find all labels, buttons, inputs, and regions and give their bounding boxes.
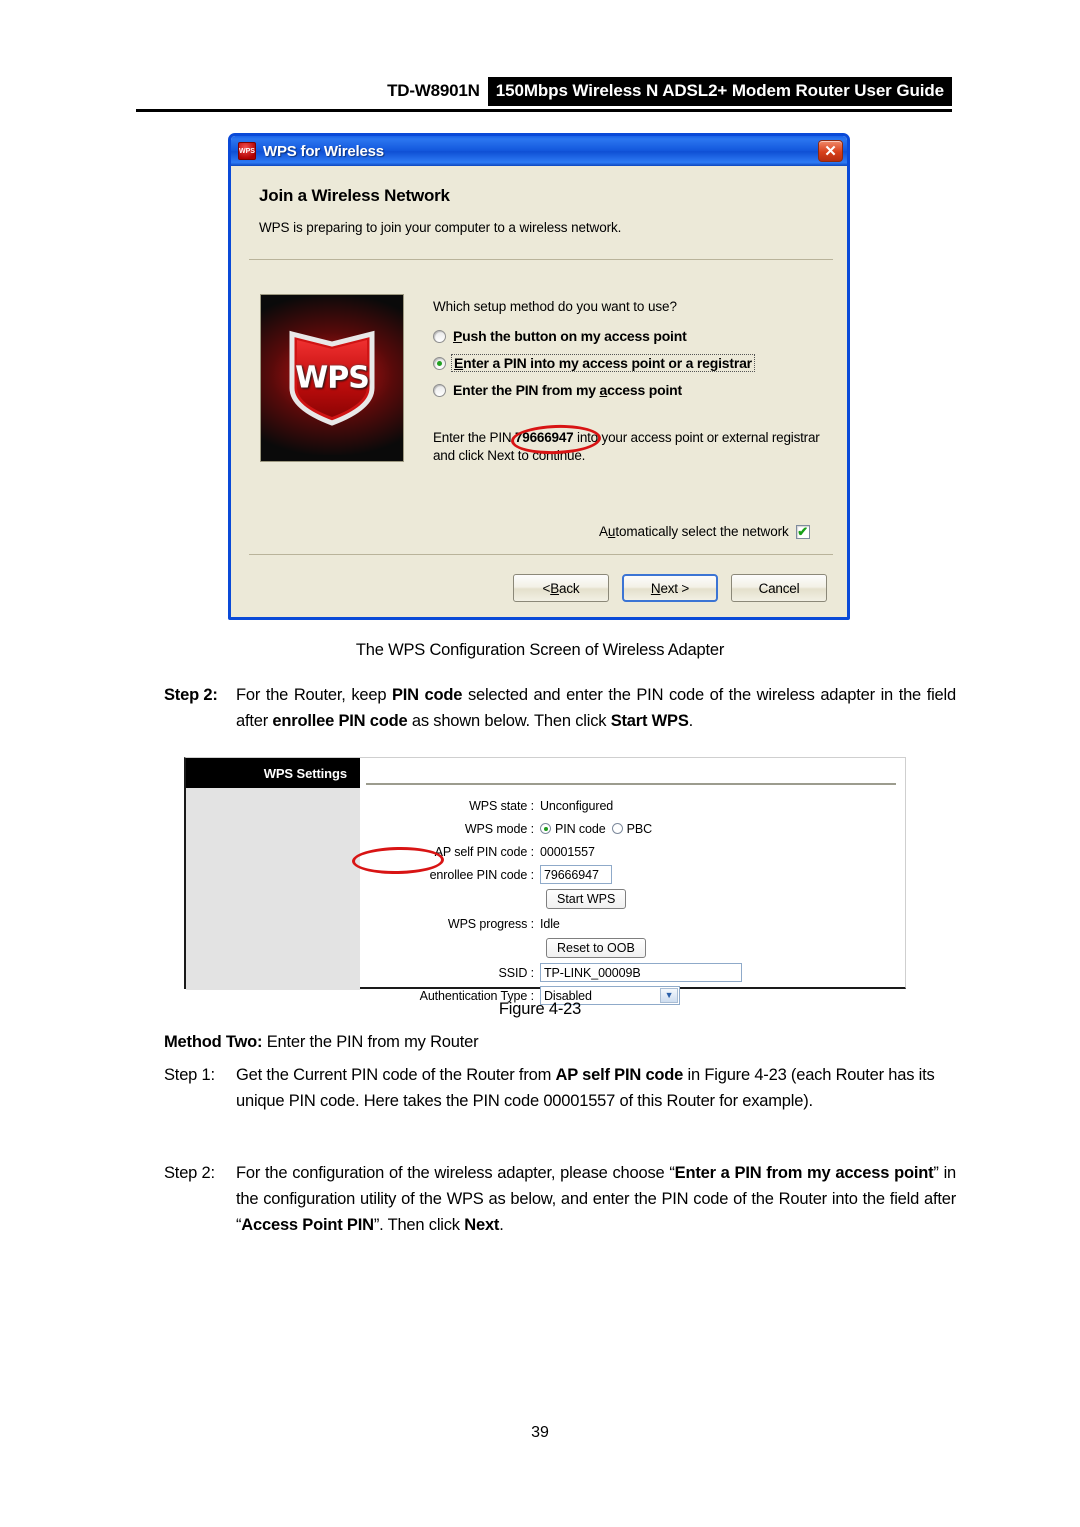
radio-indicator[interactable] bbox=[540, 823, 551, 834]
radio-option-enter-pin-into-ap[interactable]: Enter a PIN into my access point or a re… bbox=[433, 354, 755, 372]
start-wps-button[interactable]: Start WPS bbox=[546, 889, 627, 909]
label-enrollee-pin: enrollee PIN code : bbox=[429, 867, 535, 882]
value-wps-state: Unconfigured bbox=[540, 798, 614, 813]
radio-label-pin-code: PIN code bbox=[555, 821, 606, 836]
reset-to-oob-button[interactable]: Reset to OOB bbox=[546, 938, 646, 958]
row-wps-mode: WPS mode : PIN code PBC bbox=[360, 817, 908, 840]
wps-shield-icon: WPS bbox=[238, 142, 256, 160]
row-ap-self-pin: AP self PIN code : 00001557 bbox=[360, 840, 908, 863]
method-two-label: Method Two: bbox=[164, 1033, 263, 1051]
checkbox-auto-select[interactable]: ✔ bbox=[795, 524, 810, 539]
figure-sidebar bbox=[186, 758, 360, 990]
row-start-wps: Start WPS bbox=[360, 886, 908, 912]
step2-top-text: For the Router, keep PIN code selected a… bbox=[236, 686, 956, 731]
header-guide-title: 150Mbps Wireless N ADSL2+ Modem Router U… bbox=[487, 76, 952, 106]
auto-select-label: Automatically select the network bbox=[599, 524, 789, 539]
radio-option-enter-pin-from-ap[interactable]: Enter the PIN from my access point bbox=[433, 382, 682, 398]
header-rule bbox=[136, 109, 952, 112]
wps-logo-panel: WPS bbox=[260, 294, 404, 462]
step2-top-paragraph: Step 2: For the Router, keep PIN code se… bbox=[164, 682, 956, 734]
caption-figure-4-23: Figure 4-23 bbox=[498, 1000, 582, 1018]
close-icon[interactable]: ✕ bbox=[818, 140, 843, 162]
page-header: TD-W8901N 150Mbps Wireless N ADSL2+ Mode… bbox=[0, 76, 1080, 118]
ssid-input[interactable]: TP-LINK_00009B bbox=[540, 963, 742, 982]
step2-bottom-paragraph: Step 2: For the configuration of the wir… bbox=[164, 1160, 956, 1238]
next-button[interactable]: Next > bbox=[622, 574, 718, 602]
radio-indicator[interactable] bbox=[611, 823, 623, 834]
radio-label-enter-pin-into-ap: Enter a PIN into my access point or a re… bbox=[451, 354, 755, 372]
label-wps-progress: WPS progress : bbox=[447, 916, 534, 931]
row-wps-progress: WPS progress : Idle bbox=[360, 912, 908, 935]
radio-indicator[interactable] bbox=[433, 329, 446, 343]
step2-bottom-label: Step 2: bbox=[164, 1164, 215, 1182]
value-ap-self-pin: 00001557 bbox=[540, 844, 595, 859]
wps-logo-text: WPS bbox=[295, 360, 370, 396]
dialog-subtext: WPS is preparing to join your computer t… bbox=[259, 220, 622, 235]
dialog-button-bar: < Back Next > Cancel bbox=[231, 574, 847, 602]
figure-top-rule bbox=[366, 783, 896, 785]
dialog-heading: Join a Wireless Network bbox=[259, 186, 450, 205]
radio-label-pbc: PBC bbox=[626, 821, 653, 836]
label-ap-self-pin: AP self PIN code : bbox=[434, 844, 535, 859]
radio-option-pin-code[interactable]: PIN code bbox=[540, 822, 606, 836]
back-button[interactable]: < Back bbox=[513, 574, 609, 602]
method-two-text: Enter the PIN from my Router bbox=[262, 1033, 479, 1051]
radio-option-push-button[interactable]: Push the button on my access point bbox=[433, 328, 687, 344]
dialog-body: Join a Wireless Network WPS is preparing… bbox=[231, 166, 847, 617]
pin-code-value: 79666947 bbox=[515, 430, 574, 445]
step1-bottom-label: Step 1: bbox=[164, 1066, 215, 1084]
value-wps-mode: PIN code PBC bbox=[540, 822, 652, 836]
row-reset-to-oob: Reset to OOB bbox=[360, 935, 908, 961]
radio-indicator[interactable] bbox=[433, 356, 446, 370]
wps-wizard-dialog: WPS WPS for Wireless ✕ Join a Wireless N… bbox=[228, 133, 850, 620]
row-ssid: SSID : TP-LINK_00009B bbox=[360, 961, 908, 984]
radio-indicator[interactable] bbox=[433, 383, 446, 397]
step1-bottom-paragraph: Step 1: Get the Current PIN code of the … bbox=[164, 1062, 956, 1114]
radio-option-pbc[interactable]: PBC bbox=[611, 821, 653, 836]
wps-settings-panel-title: WPS Settings bbox=[186, 758, 360, 788]
label-wps-state: WPS state : bbox=[469, 798, 534, 813]
step1-bottom-text: Get the Current PIN code of the Router f… bbox=[236, 1066, 935, 1111]
wps-settings-form: WPS state : Unconfigured WPS mode : PIN … bbox=[360, 794, 908, 1007]
pin-instruction: Enter the PIN 79666947 into your access … bbox=[433, 429, 823, 465]
radio-label-enter-pin-from-ap: Enter the PIN from my access point bbox=[453, 382, 682, 398]
page-number: 39 bbox=[531, 1424, 549, 1441]
step2-bottom-text: For the configuration of the wireless ad… bbox=[236, 1164, 957, 1235]
header-title-row: TD-W8901N 150Mbps Wireless N ADSL2+ Mode… bbox=[136, 76, 952, 106]
setup-method-question: Which setup method do you want to use? bbox=[433, 299, 677, 314]
header-model-name: TD-W8901N bbox=[387, 81, 480, 100]
divider-bottom bbox=[249, 554, 833, 555]
auto-select-network-row[interactable]: Automatically select the network ✔ bbox=[599, 524, 810, 539]
radio-label-push-button: Push the button on my access point bbox=[453, 328, 687, 344]
method-two-heading: Method Two: Enter the PIN from my Router bbox=[164, 1029, 956, 1055]
step2-top-label: Step 2: bbox=[164, 686, 218, 704]
pin-instruction-pre: Enter the PIN bbox=[433, 430, 515, 445]
cancel-button[interactable]: Cancel bbox=[731, 574, 827, 602]
enrollee-pin-input[interactable]: 79666947 bbox=[540, 865, 612, 884]
caption-adapter-screen: The WPS Configuration Screen of Wireless… bbox=[355, 641, 725, 659]
divider-top bbox=[249, 259, 833, 260]
dialog-titlebar: WPS WPS for Wireless ✕ bbox=[231, 136, 847, 166]
row-enrollee-pin: enrollee PIN code : 79666947 bbox=[360, 863, 908, 886]
dialog-title: WPS for Wireless bbox=[263, 142, 384, 160]
label-wps-mode: WPS mode : bbox=[464, 821, 534, 836]
label-ssid: SSID : bbox=[498, 965, 534, 980]
row-wps-state: WPS state : Unconfigured bbox=[360, 794, 908, 817]
router-wps-settings-figure: WPS Settings WPS state : Unconfigured WP… bbox=[184, 757, 906, 1005]
value-wps-progress: Idle bbox=[540, 916, 560, 931]
